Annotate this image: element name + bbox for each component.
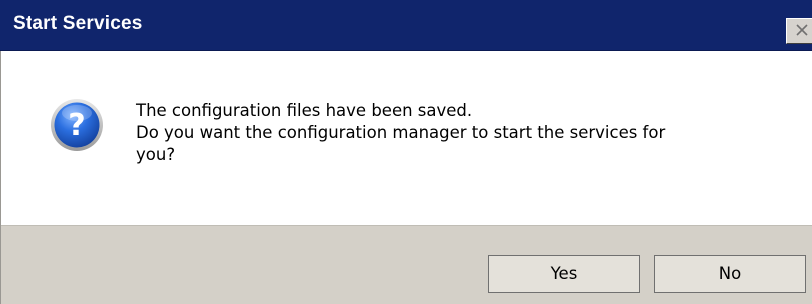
dialog-title: Start Services — [13, 13, 143, 34]
dialog-message: The configuration files have been saved.… — [136, 100, 776, 166]
close-icon — [796, 24, 808, 36]
dialog-content: ? The configuration files have been save… — [0, 51, 812, 225]
no-button[interactable]: No — [654, 255, 806, 293]
message-line: you? — [136, 145, 176, 164]
message-line: The configuration files have been saved. — [136, 101, 473, 120]
yes-button[interactable]: Yes — [488, 255, 640, 293]
window-border — [0, 51, 1, 304]
button-bar: Yes No — [0, 225, 812, 304]
close-button[interactable] — [786, 18, 812, 44]
start-services-dialog: Start Services ? The configuration files… — [0, 0, 812, 304]
message-line: Do you want the configuration manager to… — [136, 123, 666, 142]
title-bar[interactable]: Start Services — [0, 0, 812, 51]
svg-text:?: ? — [68, 108, 85, 143]
question-icon: ? — [51, 99, 103, 151]
